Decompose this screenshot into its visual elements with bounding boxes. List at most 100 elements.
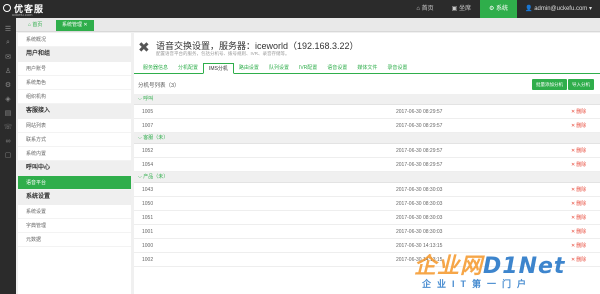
list-title: 分机号列表（3） (138, 83, 180, 89)
delete-label: 删除 (576, 123, 587, 129)
sidebar-item-metadata[interactable]: 元数据 (18, 233, 131, 247)
subtab-6[interactable]: 语音设置 (322, 63, 352, 74)
extension-number: 1043 (142, 187, 154, 193)
search-icon[interactable]: ⌕ (0, 36, 16, 50)
table-row: 1005 2017-06-30 08:29:57 ✕删除 (134, 105, 600, 119)
close-icon: ✕ (571, 148, 576, 154)
extension-number: 1005 (142, 109, 154, 115)
group-row[interactable]: ⌵ 呼叫 (134, 94, 600, 105)
nav-agent[interactable]: ▣ 坐席 (443, 0, 480, 18)
created-time: 2017-06-30 08:29:57 (396, 148, 443, 154)
delete-link[interactable]: ✕删除 (571, 144, 586, 158)
gear-icon[interactable]: ⚙ (0, 78, 16, 92)
delete-label: 删除 (576, 109, 587, 115)
page-subtitle: 配置语音平台的服务，包括分机号、拨号规则、IVR、录音存储等。 (156, 51, 290, 56)
delete-label: 删除 (576, 162, 587, 168)
delete-link[interactable]: ✕删除 (571, 183, 586, 197)
tab-strip: ⌂ 首页 系统管理 ✕ (16, 18, 600, 32)
app-logo-sub: uckefu.com (12, 12, 33, 17)
close-icon: ✕ (571, 187, 576, 193)
sidebar-item-org[interactable]: 组织机构 (18, 90, 131, 104)
nav-system-label: 系统 (496, 6, 509, 12)
table-row: 1043 2017-06-30 08:30:03 ✕删除 (134, 183, 600, 197)
subtab-3[interactable]: 路由设置 (234, 63, 264, 74)
batch-add-button[interactable]: 批量添加分机 (532, 79, 567, 90)
delete-link[interactable]: ✕删除 (571, 119, 586, 133)
sidebar-item-accounts[interactable]: 用户账号 (18, 62, 131, 76)
doc-icon[interactable]: ▢ (0, 148, 16, 162)
sub-tabs: 服务器信息 分机配置 IMS分机 路由设置 队列设置 IVR配置 语音设置 媒体文件 录音设置 (134, 63, 600, 74)
sidebar-item-sites[interactable]: 网站列表 (18, 119, 131, 133)
watermark-logo: 企业网D1Net (414, 254, 566, 279)
delete-label: 删除 (576, 148, 587, 154)
tools-icon: ✖ (138, 39, 150, 55)
sidebar-item-roles[interactable]: 系统角色 (18, 76, 131, 90)
close-icon: ✕ (571, 109, 576, 115)
table-row: 1051 2017-06-30 08:30:03 ✕删除 (134, 211, 600, 225)
sidebar: 系统概况 用户和组 用户账号 系统角色 组织机构 客服接入 网站列表 联系方式 … (18, 33, 131, 294)
watermark: 企业网D1Net 企业IT第一门户 (410, 246, 600, 294)
user-name: admin@uckefu.com (534, 6, 588, 12)
user-menu[interactable]: 👤 admin@uckefu.com ▾ (517, 0, 600, 18)
group-name: 呼叫 (143, 96, 154, 102)
delete-link[interactable]: ✕删除 (571, 225, 586, 239)
created-time: 2017-06-30 08:30:03 (396, 201, 443, 207)
extension-number: 1001 (142, 229, 154, 235)
subtab-2[interactable]: IMS分机 (203, 63, 234, 74)
sidebar-group-users: 用户和组 (18, 47, 131, 62)
sidebar-item-contacts[interactable]: 联系方式 (18, 133, 131, 147)
user-icon[interactable]: ♙ (0, 64, 16, 78)
phone-icon[interactable]: ☏ (0, 120, 16, 134)
group-name: 客服（未） (143, 135, 169, 141)
delete-label: 删除 (576, 187, 587, 193)
created-time: 2017-06-30 08:30:03 (396, 187, 443, 193)
created-time: 2017-06-30 08:29:57 (396, 109, 443, 115)
extension-number: 1051 (142, 215, 154, 221)
group-row[interactable]: ⌵ 客服（未） (134, 133, 600, 144)
subtab-1[interactable]: 分机配置 (173, 63, 203, 74)
subtab-7[interactable]: 媒体文件 (352, 63, 382, 74)
delete-link[interactable]: ✕删除 (571, 158, 586, 172)
close-icon: ✕ (571, 201, 576, 207)
group-row[interactable]: ⌵ 产品（未） (134, 172, 600, 183)
import-button[interactable]: 导入分机 (568, 79, 594, 90)
extension-number: 1002 (142, 257, 154, 263)
chart-icon[interactable]: ▤ (0, 106, 16, 120)
subtab-4[interactable]: 队列设置 (264, 63, 294, 74)
group-name: 产品（未） (143, 174, 169, 180)
subtab-8[interactable]: 录音设置 (382, 63, 412, 74)
close-icon: ✕ (571, 123, 576, 129)
nav-home[interactable]: ⌂ 首页 (407, 0, 442, 18)
created-time: 2017-06-30 08:29:57 (396, 123, 443, 129)
menu-icon[interactable]: ☰ (0, 22, 16, 36)
subtab-5[interactable]: IVR配置 (294, 63, 322, 74)
delete-link[interactable]: ✕删除 (571, 197, 586, 211)
watermark-sub: 企业IT第一门户 (422, 279, 532, 289)
chat-icon[interactable]: ✉ (0, 50, 16, 64)
sidebar-item-overview[interactable]: 系统概况 (18, 33, 131, 47)
tab-home[interactable]: ⌂ 首页 (22, 20, 48, 31)
sidebar-group-access: 客服接入 (18, 104, 131, 119)
sidebar-item-settings[interactable]: 系统设置 (18, 205, 131, 219)
logo-icon (3, 4, 11, 12)
icon-rail: ☰ ⌕ ✉ ♙ ⚙ ◈ ▤ ☏ ∞ ▢ (0, 18, 16, 294)
table-row: 1052 2017-06-30 08:29:57 ✕删除 (134, 144, 600, 158)
table-row: 1007 2017-06-30 08:29:57 ✕删除 (134, 119, 600, 133)
created-time: 2017-06-30 08:30:03 (396, 229, 443, 235)
created-time: 2017-06-30 08:29:57 (396, 162, 443, 168)
delete-link[interactable]: ✕删除 (571, 211, 586, 225)
tag-icon[interactable]: ◈ (0, 92, 16, 106)
subtab-0[interactable]: 服务器信息 (138, 63, 173, 74)
link-icon[interactable]: ∞ (0, 134, 16, 148)
delete-label: 删除 (576, 201, 587, 207)
sidebar-item-dict[interactable]: 字典管理 (18, 219, 131, 233)
tab-home-label: 首页 (32, 22, 43, 28)
close-icon: ✕ (571, 215, 576, 221)
nav-system[interactable]: ⚙ 系统 (479, 0, 518, 18)
sidebar-item-voice[interactable]: 语音平台 (18, 176, 131, 190)
sidebar-group-callcenter: 呼叫中心 (18, 161, 131, 176)
sidebar-group-settings: 系统设置 (18, 190, 131, 205)
sidebar-item-builtin[interactable]: 系统内置 (18, 147, 131, 161)
delete-link[interactable]: ✕删除 (571, 105, 586, 119)
tab-current[interactable]: 系统管理 ✕ (56, 20, 94, 31)
